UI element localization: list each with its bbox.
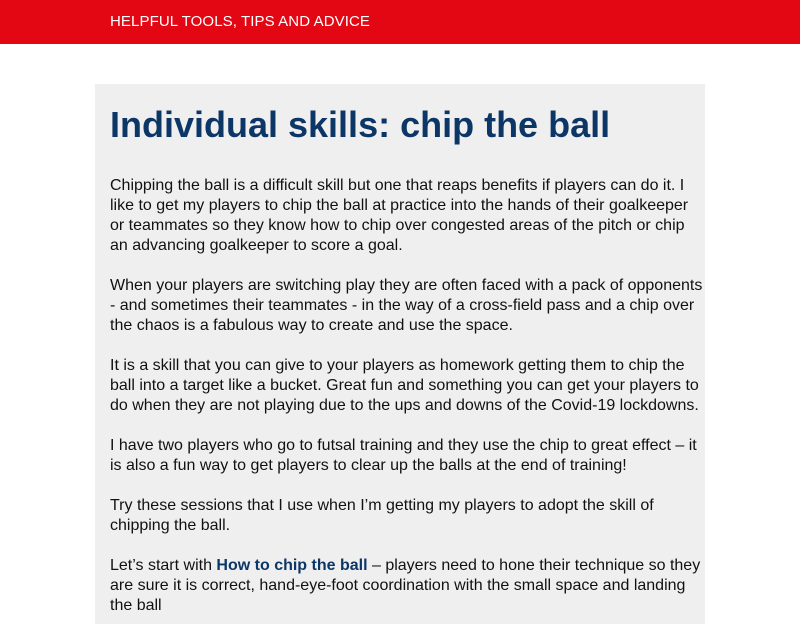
article-panel: Individual skills: chip the ball Chippin… xyxy=(95,84,705,624)
page-title: Individual skills: chip the ball xyxy=(110,104,611,145)
article-paragraph-last: Let’s start with How to chip the ball – … xyxy=(110,556,705,616)
article-paragraph: Try these sessions that I use when I’m g… xyxy=(110,497,654,534)
how-to-chip-the-ball-link[interactable]: How to chip the ball xyxy=(216,557,367,574)
article-paragraph: When your players are switching play the… xyxy=(110,277,703,334)
nav-link-helpful-tools[interactable]: HELPFUL TOOLS, TIPS AND ADVICE xyxy=(110,13,370,30)
article-paragraph: I have two players who go to futsal trai… xyxy=(110,437,697,474)
article-paragraph: Chipping the ball is a difficult skill b… xyxy=(110,177,689,254)
paragraph-text-prefix: Let’s start with xyxy=(110,557,217,574)
article-body: Chipping the ball is a difficult skill b… xyxy=(110,176,705,636)
top-nav-bar: HELPFUL TOOLS, TIPS AND ADVICE xyxy=(0,0,800,44)
article-paragraph: It is a skill that you can give to your … xyxy=(110,357,699,414)
